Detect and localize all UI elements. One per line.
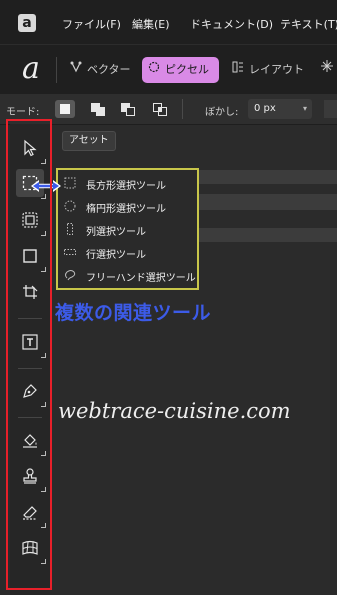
annotation-label: 複数の関連ツール xyxy=(55,302,212,324)
brand-logo-icon: a xyxy=(22,51,40,86)
persona-vector[interactable]: ベクター xyxy=(70,57,131,83)
persona-layout[interactable]: レイアウト xyxy=(232,57,304,83)
menu-text[interactable]: テキスト(T) xyxy=(280,16,337,32)
flyout-item-rectangle-marquee[interactable]: 長方形選択ツール xyxy=(60,172,197,194)
app-logo-icon: a xyxy=(18,14,36,32)
persona-layout-label: レイアウト xyxy=(249,63,304,76)
mode-add-button[interactable] xyxy=(88,100,108,118)
persona-export-icon[interactable] xyxy=(320,57,334,83)
divider xyxy=(56,57,57,83)
menu-document[interactable]: ドキュメント(D) xyxy=(190,16,273,32)
flyout-item-label: 列選択ツール xyxy=(86,227,146,238)
tab-assets[interactable]: アセット xyxy=(62,131,116,151)
app-window: a ファイル(F) 編集(E) ドキュメント(D) テキスト(T) a ベクター… xyxy=(0,0,337,595)
rectangle-marquee-icon xyxy=(64,177,76,189)
chevron-down-icon: ▾ xyxy=(302,104,307,113)
persona-pixel[interactable]: ピクセル xyxy=(142,57,219,83)
feather-label: ぼかし: xyxy=(205,107,239,118)
persona-vector-label: ベクター xyxy=(87,63,131,76)
tools-highlight-frame xyxy=(6,119,52,590)
mode-intersect-button[interactable] xyxy=(150,100,170,118)
flyout-item-label: フリーハンド選択ツール xyxy=(86,273,196,284)
row-marquee-icon xyxy=(64,246,76,258)
flyout-item-row-marquee[interactable]: 行選択ツール xyxy=(60,241,197,263)
mode-subtract-button[interactable] xyxy=(118,100,138,118)
feather-input[interactable]: 0 px ▾ xyxy=(248,99,312,119)
toolbar-overflow[interactable] xyxy=(324,100,337,118)
flyout-item-label: 楕円形選択ツール xyxy=(86,204,166,215)
menu-file[interactable]: ファイル(F) xyxy=(62,16,121,32)
watermark: webtrace-cuisine.com xyxy=(58,399,291,423)
mode-label: モード: xyxy=(6,107,40,118)
flyout-item-lasso[interactable]: フリーハンド選択ツール xyxy=(60,264,197,286)
persona-bar: a ベクター ピクセル レイアウト xyxy=(0,44,337,95)
flyout-item-ellipse-marquee[interactable]: 楕円形選択ツール xyxy=(60,195,197,217)
flyout-item-column-marquee[interactable]: 列選択ツール xyxy=(60,218,197,240)
ellipse-marquee-icon xyxy=(64,200,76,212)
flyout-item-label: 行選択ツール xyxy=(86,250,146,261)
column-marquee-icon xyxy=(64,223,76,235)
persona-pixel-label: ピクセル xyxy=(165,63,209,76)
vector-persona-icon xyxy=(70,57,82,83)
pixel-persona-icon xyxy=(148,57,160,83)
tool-flyout-menu: 長方形選択ツール 楕円形選択ツール 列選択ツール 行選択ツール フリーハンド選択… xyxy=(56,168,199,290)
flyout-item-label: 長方形選択ツール xyxy=(86,181,166,192)
lasso-icon xyxy=(64,269,76,281)
menu-edit[interactable]: 編集(E) xyxy=(132,16,170,32)
feather-value: 0 px xyxy=(254,103,276,114)
mode-new-button[interactable] xyxy=(55,100,75,118)
menu-bar: a ファイル(F) 編集(E) ドキュメント(D) テキスト(T) xyxy=(0,0,337,44)
divider xyxy=(182,99,183,119)
layout-persona-icon xyxy=(232,57,244,83)
